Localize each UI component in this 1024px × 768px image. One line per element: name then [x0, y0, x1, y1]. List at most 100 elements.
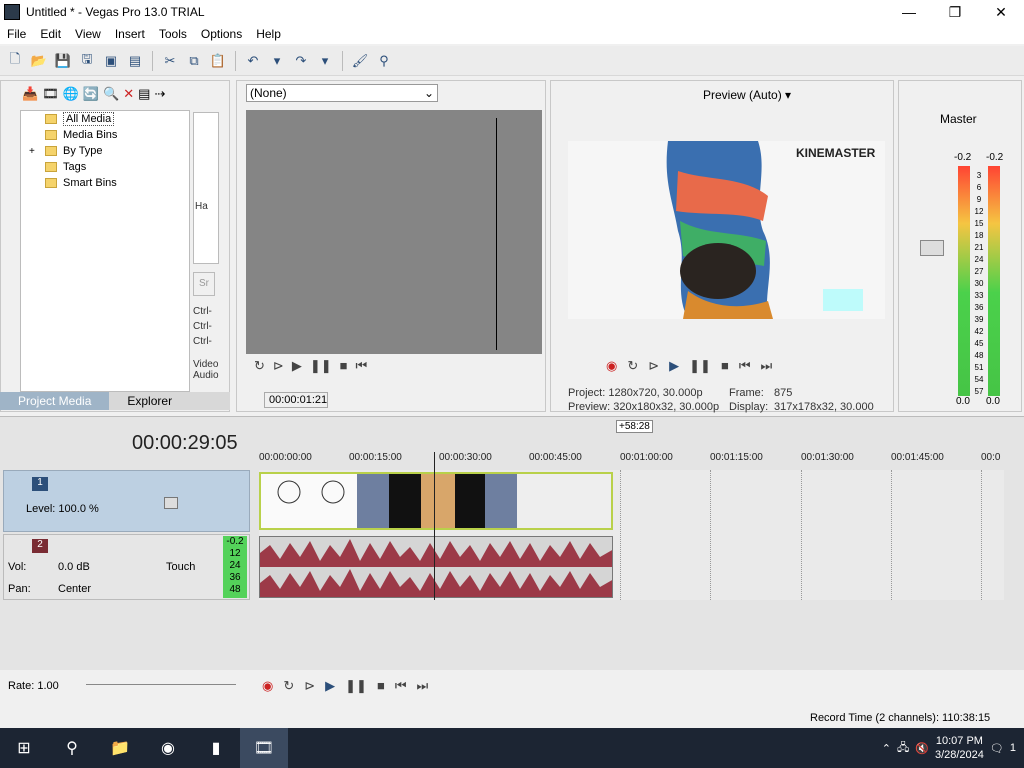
get-media-icon[interactable]: 🌐	[63, 86, 79, 106]
pause-icon[interactable]: ❚❚	[689, 358, 711, 378]
undo-dropdown-icon[interactable]: ▾	[266, 50, 288, 72]
undo-icon[interactable]: ↶	[242, 50, 264, 72]
tree-item-smart-bins[interactable]: Smart Bins	[21, 175, 189, 191]
preview-quality-dropdown[interactable]: Preview (Auto) ▾	[703, 88, 791, 102]
tree-item-all-media[interactable]: All Media	[21, 111, 189, 127]
play-icon[interactable]: ▶	[325, 678, 335, 694]
media-scrollbar[interactable]: Ha	[193, 112, 219, 264]
play-icon[interactable]: ▶	[292, 358, 302, 378]
play-icon[interactable]: ▶	[669, 358, 679, 378]
redo-icon[interactable]: ↷	[290, 50, 312, 72]
folder-icon	[45, 146, 57, 156]
network-icon[interactable]: 🖧	[897, 739, 909, 758]
notifications-icon[interactable]: 🗨	[990, 742, 1004, 755]
windows-start-icon[interactable]: ⊞	[0, 728, 48, 768]
preview-video-image	[568, 141, 885, 319]
go-to-start-icon[interactable]: ⏮	[395, 678, 407, 694]
stop-icon[interactable]: ■	[377, 678, 385, 694]
go-to-end-icon[interactable]: ⏭	[761, 358, 773, 378]
media-effects-icon[interactable]: ⇢	[154, 86, 165, 106]
paint-icon[interactable]: 🖌	[349, 50, 371, 72]
render-icon[interactable]: ▣	[100, 50, 122, 72]
close-button[interactable]: ✕	[978, 0, 1024, 24]
refresh-icon[interactable]: 🔄	[83, 86, 99, 106]
video-track-number: 1	[32, 477, 48, 491]
chrome-icon[interactable]: ◉	[144, 728, 192, 768]
video-clip[interactable]	[259, 472, 613, 530]
paste-icon[interactable]: 📋	[207, 50, 229, 72]
loop-icon[interactable]: ↻	[254, 358, 265, 378]
trimmer-transport: ↻ ⊳ ▶ ❚❚ ■ ⏮	[254, 358, 544, 378]
tab-explorer[interactable]: Explorer	[109, 394, 190, 408]
open-icon[interactable]: 📂	[28, 50, 50, 72]
menu-view[interactable]: View	[68, 27, 108, 41]
save-as-icon[interactable]: 🖫	[76, 50, 98, 72]
stop-icon[interactable]: ■	[721, 358, 729, 378]
rate-slider[interactable]	[86, 684, 236, 685]
menu-file[interactable]: File	[0, 27, 33, 41]
play-from-start-icon[interactable]: ⊳	[304, 678, 315, 694]
loop-icon[interactable]: ↻	[283, 678, 294, 694]
folder-icon	[45, 178, 57, 188]
play-from-start-icon[interactable]: ⊳	[648, 358, 659, 378]
automation-mode[interactable]: Touch	[166, 561, 195, 573]
cut-icon[interactable]: ✂	[159, 50, 181, 72]
video-track-header[interactable]: 1 Level: 100.0 %	[3, 470, 250, 532]
file-explorer-icon[interactable]: 📁	[96, 728, 144, 768]
stop-icon[interactable]: ■	[340, 358, 348, 378]
remove-icon[interactable]: ✕	[123, 86, 134, 106]
audio-track-header[interactable]: 2 Vol: 0.0 dB Pan: Center Touch	[3, 534, 250, 600]
audio-clip[interactable]	[259, 536, 613, 598]
menu-options[interactable]: Options	[194, 27, 249, 41]
properties-icon[interactable]: ▤	[124, 50, 146, 72]
vegas-app-icon	[4, 4, 20, 20]
import-icon[interactable]: 📥	[22, 86, 38, 106]
copy-icon[interactable]: ⧉	[183, 50, 205, 72]
timeline-ruler[interactable]: 00:00:00:00 00:00:15:00 00:00:30:00 00:0…	[259, 452, 1004, 466]
timeline-cursor[interactable]	[434, 452, 435, 600]
media-side-button[interactable]: Sr	[193, 272, 215, 296]
volume-value: 0.0 dB	[58, 561, 90, 573]
menu-bar: File Edit View Insert Tools Options Help	[0, 24, 1024, 44]
tab-project-media[interactable]: Project Media	[0, 392, 110, 410]
trimmer-view[interactable]	[246, 110, 542, 354]
main-toolbar: 🗋 📂 💾 🖫 ▣ ▤ ✂ ⧉ 📋 ↶ ▾ ↷ ▾ 🖌 ⚲	[0, 46, 1024, 76]
clock[interactable]: 10:07 PM 3/28/2024	[935, 734, 984, 762]
search-icon[interactable]: ⚲	[48, 728, 96, 768]
trimmer-select[interactable]: (None) ⌄	[246, 84, 438, 102]
capture-icon[interactable]: 🎞	[42, 86, 59, 106]
save-icon[interactable]: 💾	[52, 50, 74, 72]
media-tabbar: Project Media Explorer	[0, 392, 230, 410]
menu-help[interactable]: Help	[249, 27, 288, 41]
redo-dropdown-icon[interactable]: ▾	[314, 50, 336, 72]
search-icon[interactable]: 🔍	[103, 86, 119, 106]
whats-this-icon[interactable]: ⚲	[373, 50, 395, 72]
record-icon[interactable]: ◉	[262, 678, 273, 694]
master-fader[interactable]	[920, 240, 944, 256]
go-to-end-icon[interactable]: ⏭	[417, 678, 429, 694]
go-to-start-icon[interactable]: ⏮	[739, 358, 751, 378]
play-from-start-icon[interactable]: ⊳	[273, 358, 284, 378]
video-level-slider[interactable]	[164, 497, 178, 509]
maximize-button[interactable]: ❐	[932, 0, 978, 24]
menu-insert[interactable]: Insert	[108, 27, 152, 41]
minimize-button[interactable]: —	[886, 0, 932, 24]
tray-chevron-icon[interactable]: ⌃	[882, 742, 891, 755]
menu-tools[interactable]: Tools	[152, 27, 194, 41]
loop-icon[interactable]: ↻	[627, 358, 638, 378]
volume-muted-icon[interactable]: 🔇	[915, 742, 929, 755]
go-to-start-icon[interactable]: ⏮	[355, 358, 367, 378]
expand-icon[interactable]: +	[29, 146, 35, 157]
new-icon[interactable]: 🗋	[4, 50, 26, 72]
media-properties-icon[interactable]: ▤	[138, 86, 150, 106]
tree-item-by-type[interactable]: + By Type	[21, 143, 189, 159]
tree-item-tags[interactable]: Tags	[21, 159, 189, 175]
record-icon[interactable]: ◉	[606, 358, 617, 378]
vegas-taskbar-icon[interactable]: 🎞	[240, 728, 288, 768]
app-icon[interactable]: ▮	[192, 728, 240, 768]
pause-icon[interactable]: ❚❚	[310, 358, 332, 378]
tree-item-media-bins[interactable]: Media Bins	[21, 127, 189, 143]
pause-icon[interactable]: ❚❚	[345, 678, 367, 694]
trimmer-timecode[interactable]: 00:00:01:21	[264, 392, 328, 408]
menu-edit[interactable]: Edit	[33, 27, 68, 41]
